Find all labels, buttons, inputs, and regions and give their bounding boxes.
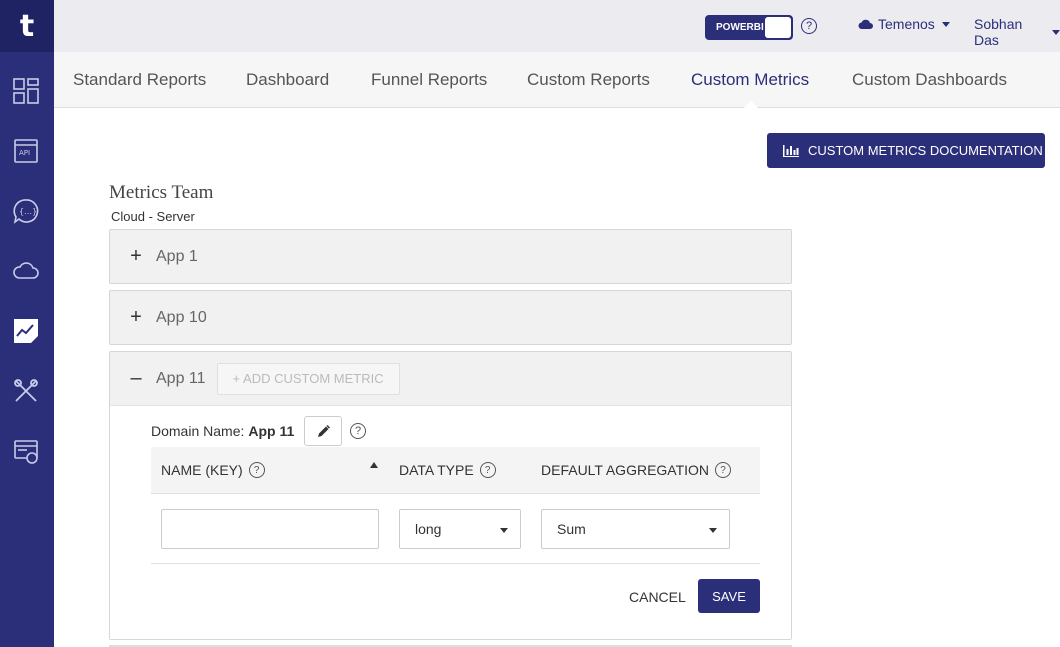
team-title: Metrics Team [109, 182, 214, 203]
sidebar: t API {…} [0, 0, 54, 647]
app-name: App 1 [156, 247, 198, 265]
chevron-down-icon [941, 21, 950, 27]
collapse-icon: – [130, 367, 142, 389]
tab-funnel-reports[interactable]: Funnel Reports [371, 70, 487, 90]
expand-icon: + [130, 245, 142, 267]
aggregation-select[interactable]: Sum [541, 509, 730, 549]
app-panel-body: Domain Name: App 11 ? NAME (KEY) ? DATA … [110, 405, 791, 639]
user-name: Sobhan Das [974, 16, 1023, 48]
metrics-table-header: NAME (KEY) ? DATA TYPE ? DEFAULT AGGREGA… [151, 447, 760, 494]
app-logo[interactable]: t [0, 0, 54, 52]
top-bar: POWERBI ? Temenos Sobhan Das [54, 0, 1060, 52]
tab-custom-metrics[interactable]: Custom Metrics [691, 70, 809, 90]
app-panel: + App 1 [109, 229, 792, 284]
api-icon[interactable]: API [12, 137, 40, 165]
bar-chart-icon [783, 145, 799, 157]
team-subtitle: Cloud - Server [111, 209, 195, 224]
app-name: App 11 [156, 369, 206, 387]
help-icon[interactable]: ? [801, 18, 817, 34]
cancel-button[interactable]: CANCEL [629, 589, 686, 605]
sort-ascending-icon[interactable] [370, 462, 378, 468]
column-label: DATA TYPE [399, 462, 474, 478]
documentation-label: CUSTOM METRICS DOCUMENTATION [808, 143, 1043, 158]
tab-custom-reports[interactable]: Custom Reports [527, 70, 650, 90]
column-default-aggregation: DEFAULT AGGREGATION ? [541, 462, 732, 478]
column-name-key[interactable]: NAME (KEY) ? [161, 462, 265, 478]
app-panel-header[interactable]: + App 10 [110, 291, 791, 344]
chevron-down-icon [709, 528, 717, 533]
billing-icon[interactable] [12, 437, 40, 465]
domain-label: Domain Name: [151, 423, 245, 439]
custom-metrics-icon[interactable] [12, 317, 40, 345]
dashboard-grid-icon[interactable] [12, 77, 40, 105]
chevron-down-icon [500, 528, 508, 533]
active-tab-indicator [744, 101, 758, 108]
aggregation-value: Sum [557, 521, 586, 537]
domain-value: App 11 [248, 423, 295, 439]
org-dropdown[interactable]: Temenos [858, 16, 950, 32]
chevron-down-icon [1052, 29, 1060, 35]
column-label: DEFAULT AGGREGATION [541, 462, 710, 478]
org-name: Temenos [878, 16, 935, 32]
custom-metrics-documentation-button[interactable]: CUSTOM METRICS DOCUMENTATION [767, 133, 1045, 168]
domain-name: Domain Name: App 11 [151, 423, 294, 439]
tab-standard-reports[interactable]: Standard Reports [73, 70, 206, 90]
data-type-value: long [415, 521, 442, 537]
powerbi-toggle[interactable]: POWERBI [705, 15, 793, 40]
report-tabs: Standard Reports Dashboard Funnel Report… [54, 52, 1060, 108]
toggle-knob [765, 17, 791, 38]
divider [151, 563, 760, 564]
help-icon[interactable]: ? [715, 462, 732, 478]
help-icon[interactable]: ? [350, 423, 366, 439]
edit-domain-button[interactable] [304, 416, 342, 446]
powerbi-toggle-label: POWERBI [716, 22, 764, 33]
column-label: NAME (KEY) [161, 462, 243, 478]
tools-icon[interactable] [12, 377, 40, 405]
tab-dashboard[interactable]: Dashboard [246, 70, 329, 90]
app-panel: + App 10 [109, 290, 792, 345]
app-panel-header[interactable]: + App 1 [110, 230, 791, 283]
app-panel-expanded: – App 11 + ADD CUSTOM METRIC Domain Name… [109, 351, 792, 640]
save-button[interactable]: SAVE [698, 579, 760, 613]
metric-name-input[interactable] [161, 509, 379, 549]
pencil-icon [317, 424, 330, 437]
data-type-select[interactable]: long [399, 509, 521, 549]
cloud-icon[interactable] [12, 257, 40, 285]
user-dropdown[interactable]: Sobhan Das [974, 16, 1060, 48]
svg-text:{…}: {…} [19, 207, 37, 216]
help-icon[interactable]: ? [479, 462, 496, 478]
expand-icon: + [130, 306, 142, 328]
column-data-type: DATA TYPE ? [399, 462, 496, 478]
add-custom-metric-button[interactable]: + ADD CUSTOM METRIC [216, 362, 400, 395]
help-icon[interactable]: ? [248, 462, 265, 478]
app-name: App 10 [156, 308, 207, 326]
chat-code-icon[interactable]: {…} [12, 197, 40, 225]
tab-custom-dashboards[interactable]: Custom Dashboards [852, 70, 1007, 90]
cloud-icon [858, 19, 873, 30]
app-panel-header[interactable]: – App 11 + ADD CUSTOM METRIC [110, 352, 791, 405]
svg-text:API: API [19, 149, 30, 157]
